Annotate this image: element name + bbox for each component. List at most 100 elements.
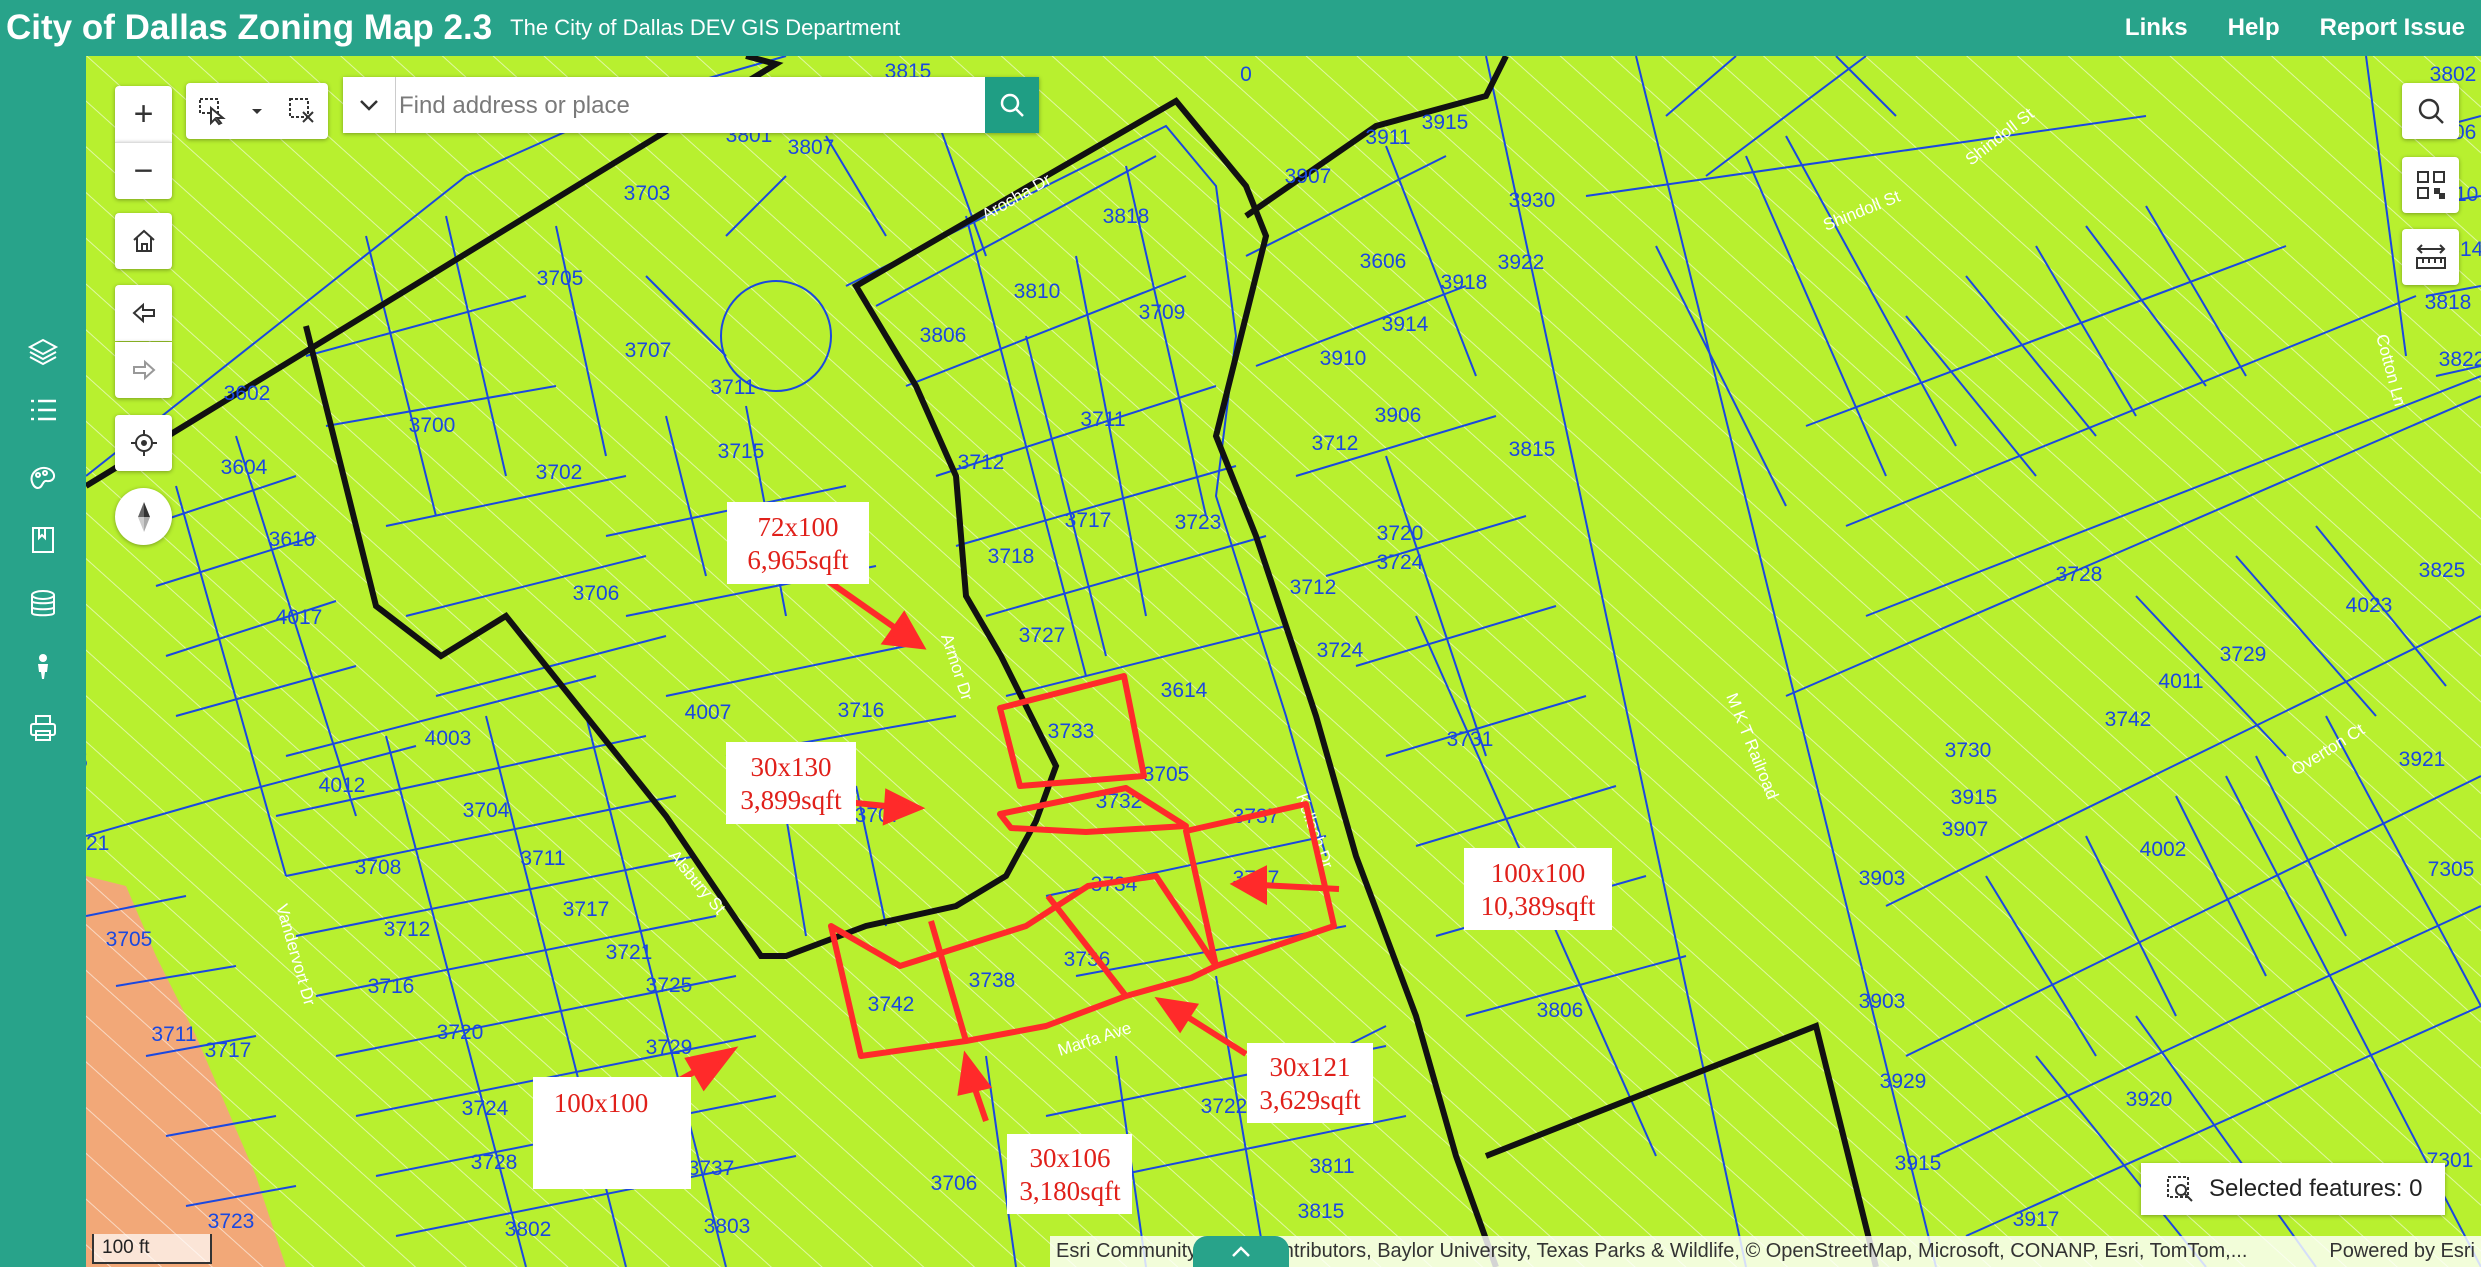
links-link[interactable]: Links <box>2125 14 2188 42</box>
parcel-number: 3715 <box>718 440 765 463</box>
clear-selection-icon[interactable] <box>287 96 317 126</box>
map-canvas[interactable]: Arocha Dr Shindoll St Shindoll St Cotton… <box>86 56 2481 1267</box>
parcel-number: 3815 <box>1298 1200 1345 1223</box>
select-icon[interactable] <box>197 96 227 126</box>
parcel-number: 4002 <box>2140 838 2187 861</box>
person-icon[interactable] <box>27 650 59 682</box>
parcel-number: 3806 <box>920 324 967 347</box>
parcel-number: 3712 <box>1290 576 1337 599</box>
search-icon <box>2418 98 2444 124</box>
parcel-number: 3703 <box>624 182 671 205</box>
parcel-number: 3742 <box>2105 708 2152 731</box>
chevron-down-icon[interactable] <box>249 103 265 119</box>
print-icon[interactable] <box>27 712 59 744</box>
parcel-number: 3712 <box>384 918 431 941</box>
parcel-number: 3621 <box>86 832 109 855</box>
bookmark-icon[interactable] <box>27 524 59 556</box>
search-tool-button[interactable] <box>2402 83 2459 139</box>
help-link[interactable]: Help <box>2228 14 2280 42</box>
parcel-number: 3728 <box>471 1151 518 1174</box>
parcel-number: 4007 <box>685 701 732 724</box>
app-subtitle: The City of Dallas DEV GIS Department <box>510 15 901 40</box>
parcel-number: 3724 <box>1317 639 1364 662</box>
search-icon <box>1000 93 1024 117</box>
search-widget <box>343 77 1039 133</box>
powered-by-esri[interactable]: Powered by Esri <box>2329 1240 2481 1263</box>
compass-icon <box>137 501 150 532</box>
selected-features-label: Selected features: 0 <box>2209 1175 2423 1202</box>
database-icon[interactable] <box>27 588 59 620</box>
parcel-number: 3723 <box>208 1210 255 1233</box>
parcel-number: 3929 <box>1880 1070 1927 1093</box>
search-source-dropdown[interactable] <box>343 77 396 133</box>
selection-toolbar <box>186 83 328 139</box>
sidebar <box>0 56 86 1267</box>
search-button[interactable] <box>985 77 1039 133</box>
report-issue-link[interactable]: Report Issue <box>2320 14 2465 42</box>
parcel-number: 4012 <box>319 774 366 797</box>
parcel-number: 3915 <box>1422 111 1469 134</box>
chevron-down-icon <box>360 100 378 111</box>
expand-panel-tab[interactable] <box>1193 1236 1289 1267</box>
parcel-number: 3717 <box>1065 509 1112 532</box>
parcel-number: 3803 <box>704 1215 751 1238</box>
map-view[interactable]: Arocha Dr Shindoll St Shindoll St Cotton… <box>86 56 2481 1267</box>
home-button[interactable] <box>115 213 172 269</box>
basemap-icon[interactable] <box>27 462 59 494</box>
qr-code-icon <box>2416 171 2445 199</box>
parcel-number: 3918 <box>1441 271 1488 294</box>
parcel-number: 3738 <box>969 969 1016 992</box>
parcel-number: 3711 <box>1080 408 1125 431</box>
parcel-number: 3716 <box>838 699 885 722</box>
annotation-area: 6,965sqft <box>747 545 849 575</box>
parcel-number: 3717 <box>205 1039 252 1062</box>
qr-code-button[interactable] <box>2402 157 2459 213</box>
parcel-number: 3730 <box>1945 739 1992 762</box>
parcel-number: 3606 <box>1360 250 1407 273</box>
search-input[interactable] <box>397 85 961 127</box>
next-extent-button[interactable] <box>115 342 172 398</box>
parcel-number: 3705 <box>537 267 584 290</box>
measure-button[interactable] <box>2402 229 2459 285</box>
parcel-number: 3702 <box>536 461 583 484</box>
parcel-number: 3704 <box>463 799 510 822</box>
scale-bar: 100 ft <box>92 1234 212 1264</box>
legend-icon[interactable] <box>27 394 59 426</box>
parcel-number: 3917 <box>2013 1208 2060 1231</box>
zoom-in-button[interactable]: + <box>115 86 172 142</box>
annotation-dimension: 100x100 <box>554 1088 649 1118</box>
home-icon <box>132 229 155 252</box>
previous-extent-button[interactable] <box>115 285 172 341</box>
parcel-number: 3706 <box>573 582 620 605</box>
annotation-area: 3,629sqft <box>1259 1085 1361 1115</box>
parcel-number: 3724 <box>1377 551 1424 574</box>
parcel-number: 3903 <box>1859 867 1906 890</box>
parcel-number: 3729 <box>646 1036 693 1059</box>
chevron-up-icon <box>1232 1245 1250 1257</box>
parcel-number: 4011 <box>2158 670 2203 693</box>
parcel-number: 3810 <box>1014 280 1061 303</box>
selected-features-panel[interactable]: Selected features: 0 <box>2141 1163 2445 1215</box>
parcel-number: 3602 <box>224 382 271 405</box>
parcel-number: 3720 <box>1377 522 1424 545</box>
parcel-number: 3815 <box>1509 438 1556 461</box>
parcel-number: 4017 <box>276 606 323 629</box>
parcel-number: 3930 <box>1509 189 1556 212</box>
parcel-number: 3700 <box>409 414 456 437</box>
parcel-number: 3604 <box>221 456 268 479</box>
parcel-number: 3723 <box>1175 511 1222 534</box>
layers-icon[interactable] <box>27 336 59 368</box>
parcel-number: 3731 <box>1447 728 1494 751</box>
parcel-number: 3716 <box>368 975 415 998</box>
locate-button[interactable] <box>115 415 172 471</box>
arrow-left-icon <box>131 302 155 324</box>
annotation-area: 3,180sqft <box>1019 1176 1121 1206</box>
parcel-number: 3708 <box>355 856 402 879</box>
parcel-number: 3709 <box>1139 301 1186 324</box>
parcel-number: 3707 <box>625 339 672 362</box>
parcel-number: 3711 <box>520 847 565 870</box>
compass-button[interactable] <box>115 488 172 545</box>
parcel-number: 3705 <box>106 928 153 951</box>
annotation-area: 10,389sqft <box>1481 891 1596 921</box>
zoom-out-button[interactable]: − <box>115 142 172 199</box>
